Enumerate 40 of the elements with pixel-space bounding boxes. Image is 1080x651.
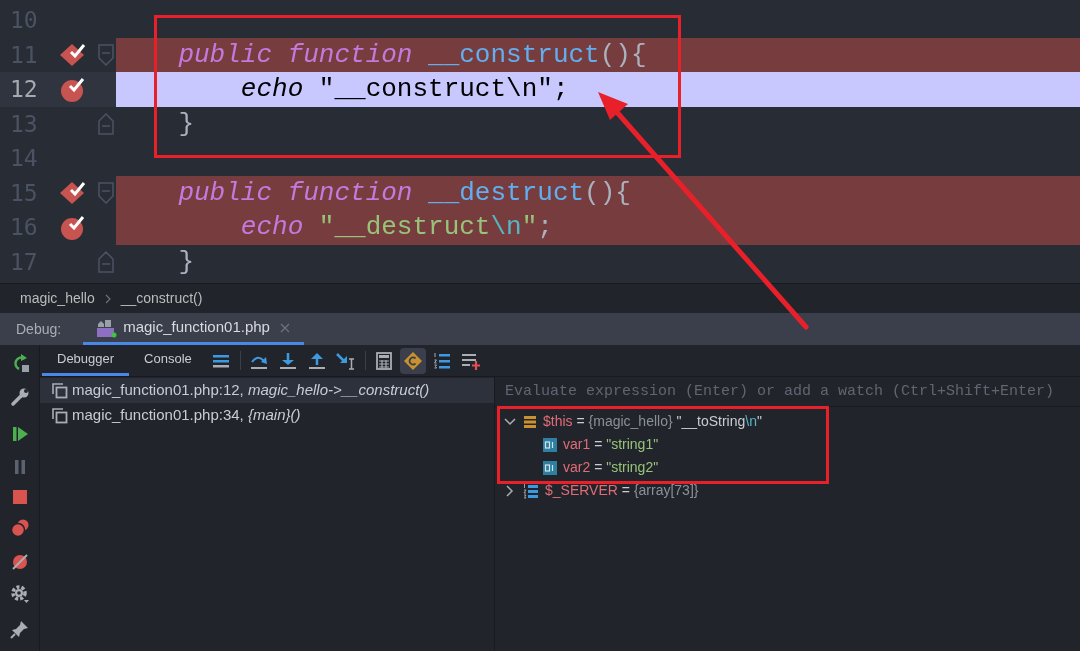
code-line: } bbox=[177, 248, 194, 275]
chevron-right-icon bbox=[104, 293, 111, 304]
code-line: } bbox=[177, 110, 194, 137]
variable-entry[interactable]: $this = {magic_hello} "__toString\n" bbox=[543, 411, 762, 432]
field-icon bbox=[543, 437, 557, 452]
run-to-cursor-icon bbox=[336, 351, 357, 370]
code-line: public function __destruct(){ bbox=[177, 179, 631, 206]
numbered-list-icon bbox=[433, 351, 452, 370]
stack-frame-row[interactable]: magic_function01.php:12, magic_hello->__construct() bbox=[40, 378, 494, 403]
frame-icon bbox=[52, 407, 68, 424]
stack-frame-row[interactable]: magic_function01.php:34, {main}() bbox=[40, 403, 494, 428]
diamond-c-icon bbox=[403, 350, 424, 371]
fold-marker-icon[interactable] bbox=[98, 43, 114, 66]
fold-marker-icon[interactable] bbox=[98, 250, 114, 273]
php-file-icon bbox=[97, 317, 118, 338]
frame-icon bbox=[52, 382, 68, 399]
panel-tab[interactable]: Console bbox=[129, 345, 207, 376]
evaluate-expression-field[interactable]: Evaluate expression (Enter) or add a watch (Ctrl+Shift+Enter) bbox=[495, 377, 1080, 407]
breadcrumb-item[interactable]: __construct() bbox=[120, 288, 203, 309]
variable-entry[interactable]: $_SERVER = {array[73]} bbox=[545, 480, 699, 501]
code-line: echo "__destruct\n"; bbox=[239, 214, 553, 241]
add-to-list-icon bbox=[461, 351, 482, 370]
calculator-icon bbox=[375, 351, 394, 370]
fold-marker-icon[interactable] bbox=[98, 181, 114, 204]
fold-marker-icon[interactable] bbox=[98, 112, 114, 135]
debug-session-tab[interactable]: magic_function01.php bbox=[83, 313, 304, 345]
breadcrumb-item[interactable]: magic_hello bbox=[20, 288, 95, 309]
chevron-down-icon[interactable] bbox=[503, 417, 517, 426]
array-icon bbox=[523, 482, 539, 499]
code-line: echo "__construct\n"; bbox=[239, 76, 569, 103]
variable-entry[interactable]: var2 = "string2" bbox=[563, 457, 659, 478]
object-icon bbox=[523, 414, 537, 429]
panel-label: Debug: bbox=[16, 319, 62, 339]
code-line: public function __construct(){ bbox=[177, 41, 647, 68]
field-icon bbox=[543, 460, 557, 475]
step-into-icon bbox=[279, 351, 298, 370]
variable-entry[interactable]: var1 = "string1" bbox=[563, 434, 659, 455]
step-out-icon bbox=[308, 351, 327, 370]
line-number: 12 bbox=[9, 75, 39, 104]
diamond-c-button[interactable] bbox=[400, 347, 427, 374]
